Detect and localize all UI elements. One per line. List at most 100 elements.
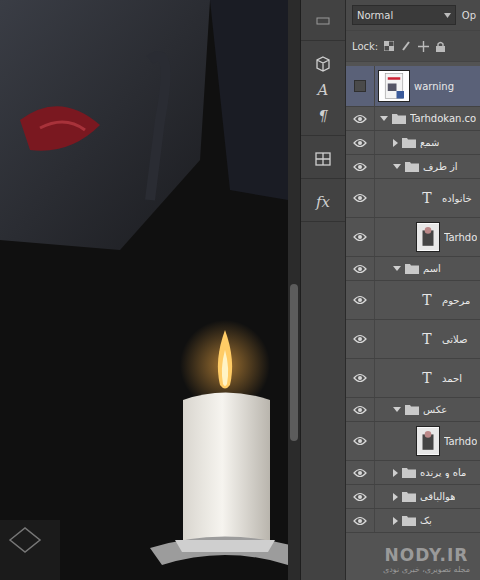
eye-icon[interactable] — [353, 114, 367, 124]
layer-group-row[interactable]: شمع — [346, 131, 480, 155]
scrollbar-thumb[interactable] — [290, 284, 298, 441]
visibility-toggle[interactable] — [346, 398, 375, 421]
visibility-toggle[interactable] — [346, 281, 375, 319]
panel-tool-button[interactable] — [310, 10, 336, 32]
eye-icon[interactable] — [353, 373, 367, 383]
eye-icon[interactable] — [353, 162, 367, 172]
cube-icon — [315, 56, 331, 72]
dropdown-icon — [444, 13, 451, 18]
folder-icon — [402, 137, 416, 148]
expand-arrow-icon[interactable] — [393, 266, 401, 271]
lock-transparency-icon[interactable] — [384, 41, 394, 51]
expand-arrow-icon[interactable] — [393, 469, 398, 477]
eye-icon[interactable] — [353, 405, 367, 415]
expand-arrow-icon[interactable] — [393, 407, 401, 412]
expand-arrow-icon[interactable] — [380, 116, 388, 121]
layer-list: warningTarhdokan.coشمعاز طرفTخانوادهTarh… — [346, 62, 480, 533]
visibility-toggle[interactable] — [346, 509, 375, 532]
watermark-subtitle: مجله تصویری، خبری نودی — [383, 565, 470, 574]
folder-icon — [392, 113, 406, 124]
layer-name: اسم — [423, 263, 441, 274]
eye-icon[interactable] — [353, 516, 367, 526]
layer-group-row[interactable]: بک — [346, 509, 480, 533]
text-layer-icon: T — [416, 289, 438, 311]
layer-row[interactable]: Tخانواده — [346, 179, 480, 218]
panel-tool-button[interactable] — [310, 53, 336, 75]
folder-icon — [402, 491, 416, 502]
visibility-toggle[interactable] — [346, 422, 375, 460]
expand-arrow-icon[interactable] — [393, 164, 401, 169]
lock-row: Lock: — [346, 31, 480, 62]
layer-thumbnail — [378, 70, 410, 102]
expand-arrow-icon[interactable] — [393, 139, 398, 147]
lock-icon[interactable] — [436, 41, 445, 52]
layer-name: Tarhdo — [444, 436, 477, 447]
visibility-toggle[interactable] — [346, 359, 375, 397]
eye-icon[interactable] — [353, 295, 367, 305]
layer-row[interactable]: T مرحوم — [346, 281, 480, 320]
folder-icon — [405, 404, 419, 415]
layer-group-row[interactable]: عکس — [346, 398, 480, 422]
eye-icon[interactable] — [353, 468, 367, 478]
canvas-scrollbar[interactable] — [288, 0, 301, 580]
eye-icon[interactable] — [353, 436, 367, 446]
document-canvas[interactable] — [0, 0, 288, 580]
lock-paint-icon[interactable] — [401, 41, 411, 51]
text-layer-icon: T — [416, 328, 438, 350]
expand-arrow-icon[interactable] — [393, 493, 398, 501]
layer-name: از طرف — [423, 161, 458, 172]
panel-tool-button[interactable]: A — [310, 79, 336, 101]
layer-group-row[interactable]: Tarhdokan.co — [346, 107, 480, 131]
layer-row[interactable]: Tarhdo — [346, 218, 480, 257]
visibility-toggle[interactable] — [346, 179, 375, 217]
layer-row[interactable]: Tصلاتی — [346, 320, 480, 359]
visibility-toggle[interactable] — [346, 320, 375, 358]
eye-icon[interactable] — [353, 193, 367, 203]
grid-icon — [315, 152, 331, 166]
layer-name: بک — [420, 515, 432, 526]
visibility-toggle[interactable] — [346, 66, 375, 106]
expand-arrow-icon[interactable] — [393, 517, 398, 525]
text-layer-icon: T — [416, 367, 438, 389]
layer-name: خانواده — [442, 193, 472, 204]
eye-icon[interactable] — [353, 264, 367, 274]
tool-group: fx — [301, 179, 345, 222]
eye-icon[interactable] — [353, 492, 367, 502]
layer-name: warning — [414, 81, 454, 92]
panel-tool-button[interactable] — [310, 148, 336, 170]
panel-icon — [316, 17, 330, 25]
layer-group-row[interactable]: ماه و پرنده — [346, 461, 480, 485]
tool-group — [301, 2, 345, 41]
eye-icon[interactable] — [353, 138, 367, 148]
layer-group-row[interactable]: از طرف — [346, 155, 480, 179]
visibility-toggle[interactable] — [346, 107, 375, 130]
watermark: NODY.IRمجله تصویری، خبری نودی — [383, 545, 470, 574]
layer-row[interactable]: warning — [346, 66, 480, 107]
blend-mode-select[interactable]: Normal — [352, 5, 456, 25]
lock-move-icon[interactable] — [418, 41, 429, 52]
visibility-toggle[interactable] — [346, 461, 375, 484]
visibility-toggle[interactable] — [346, 218, 375, 256]
eye-icon[interactable] — [353, 232, 367, 242]
visibility-toggle[interactable] — [346, 155, 375, 178]
panel-tool-button[interactable]: ¶ — [310, 105, 336, 127]
layer-row[interactable]: T احمد — [346, 359, 480, 398]
layer-group-row[interactable]: هوالباقی — [346, 485, 480, 509]
eye-icon[interactable] — [353, 334, 367, 344]
layer-name: احمد — [442, 373, 462, 384]
lock-label: Lock: — [352, 41, 378, 52]
visibility-toggle[interactable] — [346, 485, 375, 508]
visibility-toggle[interactable] — [346, 131, 375, 154]
layer-name: عکس — [423, 404, 447, 415]
layer-name: هوالباقی — [420, 491, 455, 502]
panel-tool-button[interactable]: fx — [310, 191, 336, 213]
folder-icon — [405, 263, 419, 274]
layer-name: مرحوم — [442, 295, 470, 306]
layer-group-row[interactable]: اسم — [346, 257, 480, 281]
visibility-toggle[interactable] — [346, 257, 375, 280]
canvas-artwork — [0, 0, 288, 580]
visibility-box[interactable] — [354, 80, 366, 92]
layer-row[interactable]: Tarhdo — [346, 422, 480, 461]
tool-group — [301, 136, 345, 179]
photoshop-window: A¶fxNormalOpLock:warningTarhdokan.coشمعا… — [0, 0, 480, 580]
